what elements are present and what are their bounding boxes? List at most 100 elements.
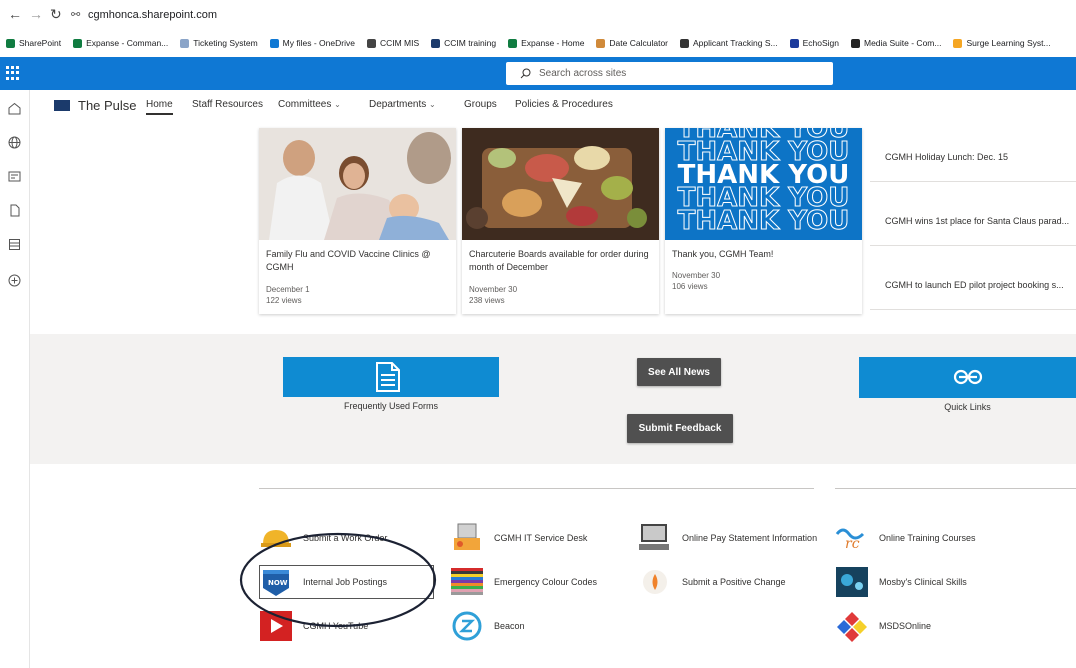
nav-policies[interactable]: Policies & Procedures <box>515 99 613 110</box>
bookmark-item[interactable]: Surge Learning Syst... <box>953 38 1051 48</box>
quick-links-tile[interactable] <box>859 357 1076 398</box>
back-arrow-icon[interactable]: ← <box>8 6 22 22</box>
site-info-icon[interactable]: ⚯ <box>71 8 80 21</box>
file-icon[interactable] <box>7 204 21 218</box>
url-text[interactable]: cgmhonca.sharepoint.com <box>88 9 217 21</box>
news-card-date: December 1 <box>266 285 310 294</box>
links-section: Submit a Work Order CGMH IT Service Desk… <box>30 464 1076 668</box>
news-icon[interactable] <box>7 170 21 184</box>
nav-committees[interactable]: Committees ⌄ <box>278 99 341 110</box>
link-label: Online Pay Statement Information <box>682 532 818 543</box>
link-online-pay-statement[interactable]: Online Pay Statement Information <box>638 522 818 554</box>
bookmark-item[interactable]: Media Suite - Com... <box>850 38 942 48</box>
pay-statement-icon <box>638 522 672 554</box>
news-card-views: 238 views <box>469 296 505 305</box>
positive-change-icon <box>638 566 672 598</box>
bookmark-item[interactable]: Expanse - Home <box>508 38 584 48</box>
reload-icon[interactable]: ↻ <box>50 6 62 23</box>
bookmark-icon <box>431 38 441 48</box>
bookmark-item[interactable]: SharePoint <box>6 38 61 48</box>
bookmark-icon <box>508 38 518 48</box>
link-msdsonline[interactable]: MSDSOnline <box>835 610 931 642</box>
bookmark-item[interactable]: EchoSign <box>789 38 839 48</box>
bookmark-icon <box>953 38 963 48</box>
link-online-training[interactable]: rc Online Training Courses <box>835 522 976 554</box>
thank-you-graphic: THANK YOU THANK YOU THANK YOU THANK YOU … <box>665 128 862 240</box>
bookmark-item[interactable]: Ticketing System <box>180 38 258 48</box>
bookmark-item[interactable]: Expanse - Comman... <box>73 38 168 48</box>
news-card-views: 122 views <box>266 296 302 305</box>
bookmark-icon <box>366 38 376 48</box>
bookmark-label: Expanse - Comman... <box>86 38 169 48</box>
charcuterie-photo <box>462 128 659 240</box>
nav-staff-resources[interactable]: Staff Resources <box>192 99 263 110</box>
bookmark-icon <box>73 38 83 48</box>
nav-home[interactable]: Home <box>146 99 173 115</box>
site-logo-icon[interactable] <box>54 100 70 111</box>
circle-annotation <box>239 532 437 628</box>
bookmark-label: Date Calculator <box>609 38 669 48</box>
clinical-skills-icon <box>835 566 869 598</box>
submit-feedback-button[interactable]: Submit Feedback <box>627 414 733 443</box>
link-mosbys-clinical-skills[interactable]: Mosby's Clinical Skills <box>835 566 967 598</box>
link-emergency-colour-codes[interactable]: Emergency Colour Codes <box>450 566 597 598</box>
bookmark-label: EchoSign <box>802 38 839 48</box>
nav-groups[interactable]: Groups <box>464 99 497 110</box>
home-icon[interactable] <box>7 102 21 116</box>
suite-bar: Search across sites <box>0 57 1076 90</box>
news-list-item[interactable]: CGMH wins 1st place for Santa Claus para… <box>870 186 1076 246</box>
nav-departments-label: Departments <box>369 99 427 110</box>
colour-codes-icon <box>450 566 484 598</box>
forward-arrow-icon[interactable]: → <box>29 6 43 22</box>
bookmark-label: Media Suite - Com... <box>863 38 942 48</box>
quick-links-label[interactable]: Quick Links <box>859 402 1076 412</box>
lists-icon[interactable] <box>7 238 21 252</box>
quick-actions-band: Frequently Used Forms See All News Submi… <box>30 334 1076 464</box>
search-input[interactable]: Search across sites <box>506 62 833 85</box>
bookmark-label: Ticketing System <box>193 38 258 48</box>
bookmark-label: Surge Learning Syst... <box>966 38 1051 48</box>
bookmark-label: Expanse - Home <box>521 38 585 48</box>
bookmark-item[interactable]: Date Calculator <box>596 38 668 48</box>
thank-you-line: THANK YOU <box>677 206 850 236</box>
link-label: Online Training Courses <box>879 533 976 543</box>
link-beacon[interactable]: Beacon <box>450 610 525 642</box>
news-card-date: November 30 <box>469 285 518 294</box>
frequently-used-forms-label[interactable]: Frequently Used Forms <box>283 401 499 411</box>
bookmark-icon <box>596 38 606 48</box>
link-label: Emergency Colour Codes <box>494 577 598 587</box>
document-icon <box>376 362 400 392</box>
news-list-item[interactable]: CGMH Holiday Lunch: Dec. 15 <box>870 122 1076 182</box>
news-list-item[interactable]: CGMH to launch ED pilot project booking … <box>870 250 1076 310</box>
link-label: MSDSOnline <box>879 621 932 631</box>
app-launcher-icon[interactable] <box>6 66 20 80</box>
nav-departments[interactable]: Departments ⌄ <box>369 99 436 110</box>
frequently-used-forms-tile[interactable] <box>283 357 499 397</box>
section-divider <box>259 488 814 489</box>
news-card[interactable]: THANK YOU THANK YOU THANK YOU THANK YOU … <box>665 128 862 314</box>
nav-committees-label: Committees <box>278 99 332 110</box>
create-icon[interactable] <box>7 274 21 288</box>
see-all-news-button[interactable]: See All News <box>637 358 721 386</box>
chevron-down-icon: ⌄ <box>429 100 436 109</box>
site-header: The Pulse Home Staff Resources Committee… <box>30 90 1076 122</box>
bookmark-item[interactable]: Applicant Tracking S... <box>680 38 778 48</box>
bookmark-icon <box>680 38 690 48</box>
bookmark-label: Applicant Tracking S... <box>693 38 778 48</box>
globe-icon[interactable] <box>7 136 21 150</box>
bookmark-icon <box>850 38 860 48</box>
bookmark-item[interactable]: CCIM training <box>431 38 496 48</box>
link-it-service-desk[interactable]: CGMH IT Service Desk <box>450 522 587 554</box>
link-icon <box>953 369 983 385</box>
bookmark-item[interactable]: CCIM MIS <box>366 38 419 48</box>
bookmark-label: My files - OneDrive <box>282 38 355 48</box>
news-card[interactable]: Family Flu and COVID Vaccine Clinics @ C… <box>259 128 456 314</box>
link-submit-positive-change[interactable]: Submit a Positive Change <box>638 566 786 598</box>
news-card-date: November 30 <box>672 271 721 280</box>
bookmarks-bar: SharePoint Expanse - Comman... Ticketing S… <box>0 32 1076 54</box>
news-card[interactable]: Charcuterie Boards available for order d… <box>462 128 659 314</box>
browser-address-bar: ← → ↻ ⚯ cgmhonca.sharepoint.com <box>0 0 1076 30</box>
link-label: Submit a Positive Change <box>682 577 786 587</box>
bookmark-item[interactable]: My files - OneDrive <box>269 38 355 48</box>
site-title[interactable]: The Pulse <box>78 98 137 113</box>
